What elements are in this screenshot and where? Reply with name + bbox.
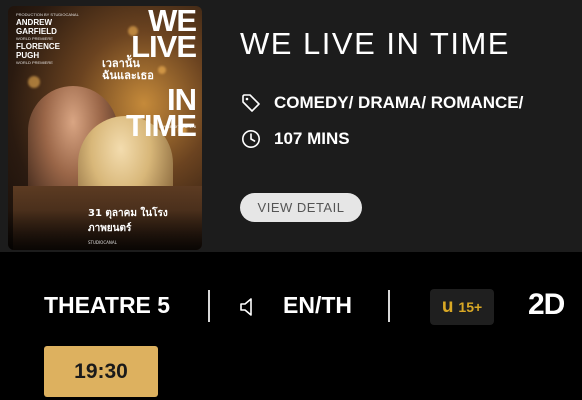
showing-info-bar: THEATRE 5 EN/TH u 15+ 2D: [0, 280, 582, 335]
tag-icon: [240, 92, 262, 114]
duration-row: 107 MINS: [240, 128, 350, 150]
clock-icon: [240, 128, 262, 150]
poster-actor1-sub: WORLD PREMIERE: [16, 36, 53, 41]
poster-actor2-first: FLORENCE: [16, 42, 60, 51]
view-detail-button[interactable]: VIEW DETAIL: [240, 193, 362, 222]
divider: [208, 290, 210, 322]
speaker-icon: [238, 296, 260, 318]
duration-text: 107 MINS: [274, 129, 350, 148]
poster-fine-print: STUDIOCANAL: [88, 240, 117, 245]
movie-poster[interactable]: PRODUCTION BY STUDIOCANAL ANDREW GARFIEL…: [8, 6, 202, 250]
poster-thai-line: ฉันและเธอ: [102, 69, 154, 82]
poster-tagline: ทุกช่วงเวลาที่มีแต่เธอ: [159, 124, 196, 129]
rating-badge: u 15+: [430, 289, 494, 325]
rating-age: 15+: [458, 299, 483, 315]
movie-title: WE LIVE IN TIME: [240, 26, 510, 61]
poster-release-date: 31 ตุลาคม ในโรงภาพยนตร์: [88, 208, 168, 234]
divider: [388, 290, 390, 322]
poster-actor1-last: GARFIELD: [16, 27, 57, 36]
movie-card: PRODUCTION BY STUDIOCANAL ANDREW GARFIEL…: [0, 0, 582, 252]
format-label: 2D: [528, 288, 565, 321]
theatre-label: THEATRE 5: [44, 292, 171, 318]
poster-actor2-last: PUGH: [16, 51, 40, 60]
poster-credits-small: PRODUCTION BY STUDIOCANAL: [16, 12, 79, 17]
poster-actor1-first: ANDREW: [16, 18, 52, 27]
poster-bokeh: [28, 76, 40, 88]
genre-row: COMEDY/ DRAMA/ ROMANCE/: [240, 92, 523, 114]
language-label: EN/TH: [283, 292, 352, 318]
poster-credits: PRODUCTION BY STUDIOCANAL ANDREW GARFIEL…: [16, 12, 79, 66]
poster-actor2-sub: WORLD PREMIERE: [16, 60, 53, 65]
poster-thai-title: เวลาน้ัน ฉันและเธอ: [102, 58, 154, 82]
rating-letter: u: [441, 296, 454, 317]
showtime-button[interactable]: 19:30: [44, 346, 158, 397]
genre-text: COMEDY/ DRAMA/ ROMANCE/: [274, 93, 524, 112]
